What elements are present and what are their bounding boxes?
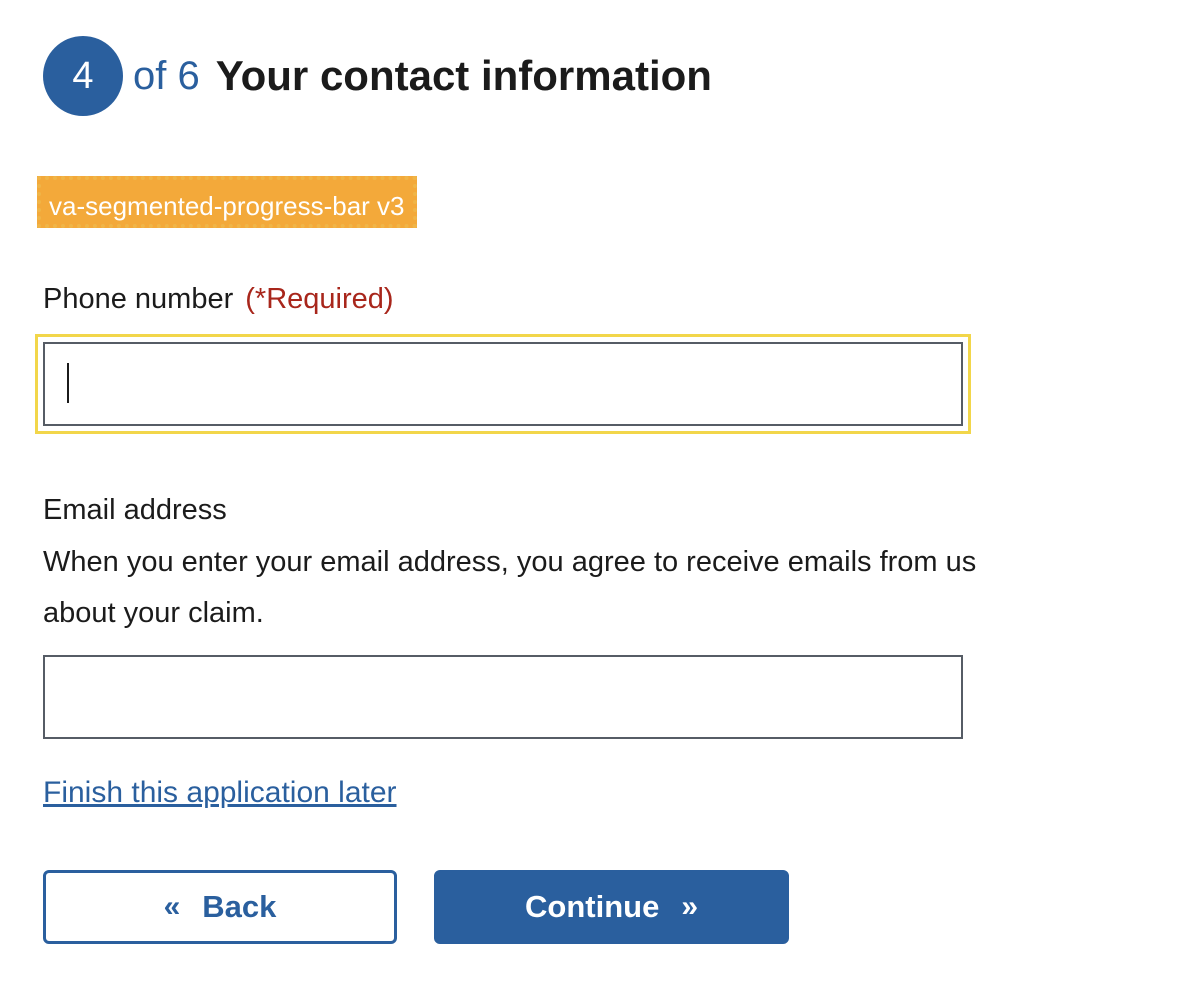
finish-later-link[interactable]: Finish this application later (43, 776, 397, 810)
phone-label-text: Phone number (43, 283, 234, 315)
chevron-double-right-icon: » (681, 890, 698, 923)
email-hint: When you enter your email address, you a… (43, 546, 977, 629)
text-caret (67, 363, 69, 403)
continue-button[interactable]: Continue » (434, 870, 789, 944)
email-input[interactable] (43, 655, 963, 739)
back-button[interactable]: « Back (43, 870, 397, 944)
email-label: Email address (43, 494, 227, 526)
step-of-total: of 6 (133, 53, 200, 98)
step-header: 4 of 6 Your contact information (43, 36, 712, 116)
continue-button-label: Continue (525, 889, 660, 924)
component-placeholder-badge: va-segmented-progress-bar v3 (37, 176, 417, 228)
phone-label: Phone number (*Required) (43, 283, 394, 316)
back-button-label: Back (202, 889, 277, 924)
chevron-double-left-icon: « (163, 890, 181, 923)
page-title: Your contact information (215, 52, 712, 99)
required-indicator: (*Required) (245, 283, 394, 315)
step-number-circle: 4 (43, 36, 123, 116)
phone-input[interactable] (43, 342, 963, 426)
